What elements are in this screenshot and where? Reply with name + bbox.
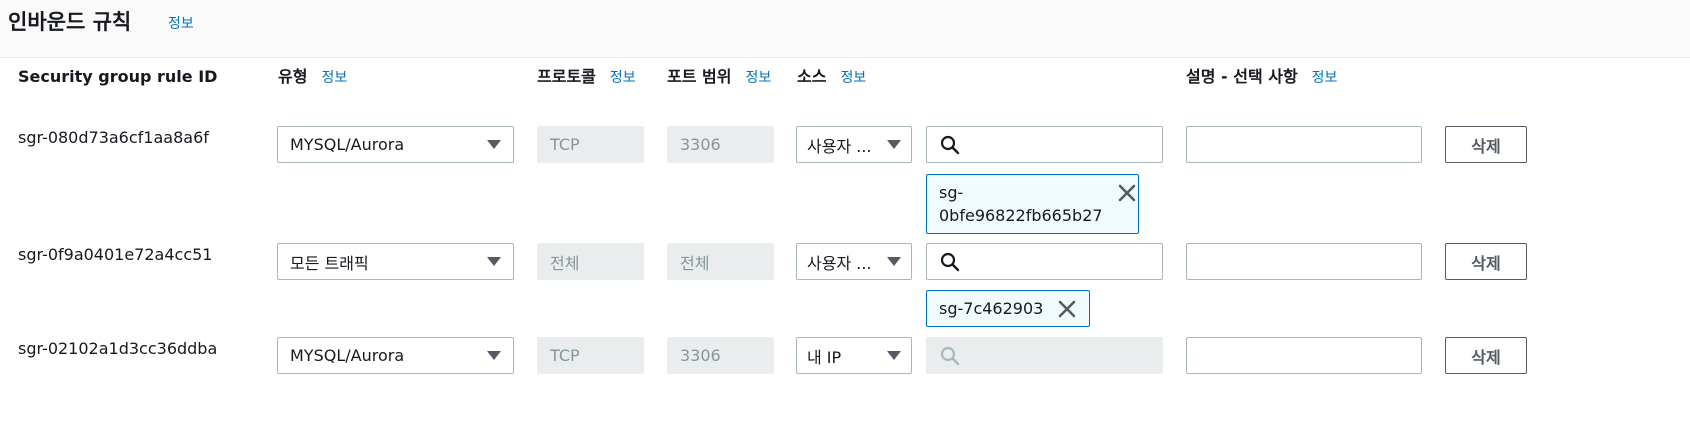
source-token-label: sg-7c462903 <box>939 299 1044 318</box>
description-input[interactable] <box>1186 337 1422 374</box>
col-header-protocol-label: 프로토콜 <box>537 67 596 86</box>
caret-down-icon <box>487 351 501 360</box>
col-header-protocol: 프로토콜 정보 <box>537 64 637 91</box>
type-select-value: MYSQL/Aurora <box>290 346 405 365</box>
delete-button[interactable]: 삭제 <box>1445 126 1527 163</box>
source-search-input <box>926 337 1163 374</box>
port-range-field: 전체 <box>667 243 774 280</box>
header-info-link[interactable]: 정보 <box>168 13 194 33</box>
source-token-label: sg-0bfe96822fb665b27 <box>939 183 1103 225</box>
col-header-type-label: 유형 <box>278 67 308 86</box>
rule-id: sgr-02102a1d3cc36ddba <box>18 339 218 358</box>
col-header-type: 유형 정보 <box>278 64 347 91</box>
source-token: sg-7c462903 <box>926 290 1091 327</box>
col-header-port-label: 포트 범위 <box>667 67 732 86</box>
col-header-port-range: 포트 범위 정보 <box>667 64 777 91</box>
type-select-value: 모든 트래픽 <box>290 253 369 273</box>
col-header-rule-id: Security group rule ID <box>18 64 217 89</box>
source-type-select[interactable]: 사용자 ... <box>796 126 912 163</box>
type-select[interactable]: MYSQL/Aurora <box>277 126 514 163</box>
type-select[interactable]: 모든 트래픽 <box>277 243 514 280</box>
rule-id: sgr-0f9a0401e72a4cc51 <box>18 245 213 264</box>
section-title: 인바운드 규칙 <box>8 10 132 34</box>
source-type-select[interactable]: 사용자 ... <box>796 243 912 280</box>
col-header-description: 설명 - 선택 사항 정보 <box>1186 64 1337 91</box>
description-input[interactable] <box>1186 243 1422 280</box>
protocol-field: TCP <box>537 337 644 374</box>
source-type-value: 사용자 ... <box>807 136 872 156</box>
port-info-link[interactable]: 정보 <box>745 70 771 86</box>
col-header-source-label: 소스 <box>797 67 827 86</box>
protocol-field: 전체 <box>537 243 644 280</box>
type-info-link[interactable]: 정보 <box>321 70 347 86</box>
caret-down-icon <box>887 351 901 360</box>
source-search-input[interactable] <box>926 243 1163 280</box>
source-type-select[interactable]: 내 IP <box>796 337 912 374</box>
section-header: 인바운드 규칙 정보 <box>0 0 1690 58</box>
col-header-source: 소스 정보 <box>797 64 866 91</box>
caret-down-icon <box>487 140 501 149</box>
delete-button[interactable]: 삭제 <box>1445 337 1527 374</box>
protocol-info-link[interactable]: 정보 <box>610 70 636 86</box>
description-input[interactable] <box>1186 126 1422 163</box>
search-icon <box>940 252 960 271</box>
search-icon <box>940 135 960 154</box>
caret-down-icon <box>487 257 501 266</box>
source-type-value: 내 IP <box>807 347 842 367</box>
close-icon[interactable] <box>1117 183 1137 203</box>
source-token: sg-0bfe96822fb665b27 <box>926 174 1139 234</box>
delete-button[interactable]: 삭제 <box>1445 243 1527 280</box>
rule-id: sgr-080d73a6cf1aa8a6f <box>18 128 209 147</box>
type-select-value: MYSQL/Aurora <box>290 135 405 154</box>
source-type-value: 사용자 ... <box>807 253 872 273</box>
col-header-description-label: 설명 - 선택 사항 <box>1186 67 1298 86</box>
source-search-input[interactable] <box>926 126 1163 163</box>
search-icon <box>940 346 960 365</box>
col-header-rule-id-label: Security group rule ID <box>18 67 218 86</box>
source-info-link[interactable]: 정보 <box>840 70 866 86</box>
caret-down-icon <box>887 140 901 149</box>
protocol-field: TCP <box>537 126 644 163</box>
port-range-field: 3306 <box>667 126 774 163</box>
close-icon[interactable] <box>1057 299 1077 319</box>
type-select[interactable]: MYSQL/Aurora <box>277 337 514 374</box>
caret-down-icon <box>887 257 901 266</box>
description-info-link[interactable]: 정보 <box>1312 70 1338 86</box>
port-range-field: 3306 <box>667 337 774 374</box>
